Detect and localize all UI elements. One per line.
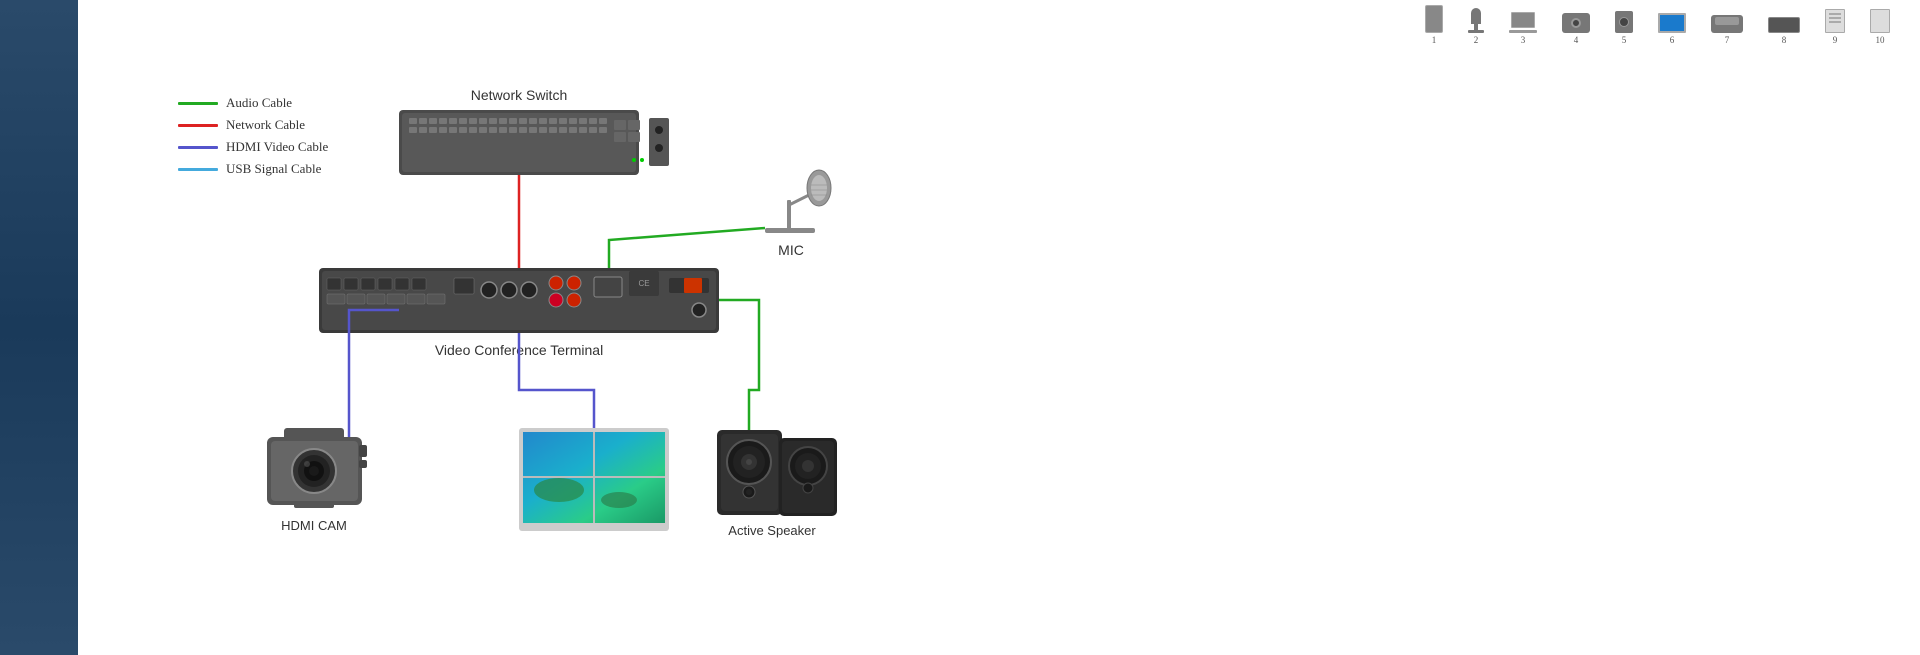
audio-cable-vct-to-mic <box>609 228 765 268</box>
network-switch-text: Network Switch <box>471 87 567 103</box>
network-switch-device <box>399 110 669 175</box>
display-device <box>519 428 669 531</box>
hdmi-cam-device <box>267 428 367 508</box>
active-speaker-text: Active Speaker <box>728 523 816 538</box>
active-speaker-device <box>717 430 837 516</box>
svg-text:CE: CE <box>638 279 649 288</box>
audio-cable-vct-to-speaker <box>719 300 759 430</box>
hdmi-cam-text: HDMI CAM <box>281 518 347 533</box>
mic-device <box>765 170 831 233</box>
main-content: 1 2 3 4 <box>78 0 1920 655</box>
left-sidebar <box>0 0 78 655</box>
white-area: 1 2 3 4 <box>78 0 1920 655</box>
diagram-svg: Network Switch <box>78 0 1920 655</box>
vct-device: CE <box>319 268 719 333</box>
mic-text: MIC <box>778 242 804 258</box>
